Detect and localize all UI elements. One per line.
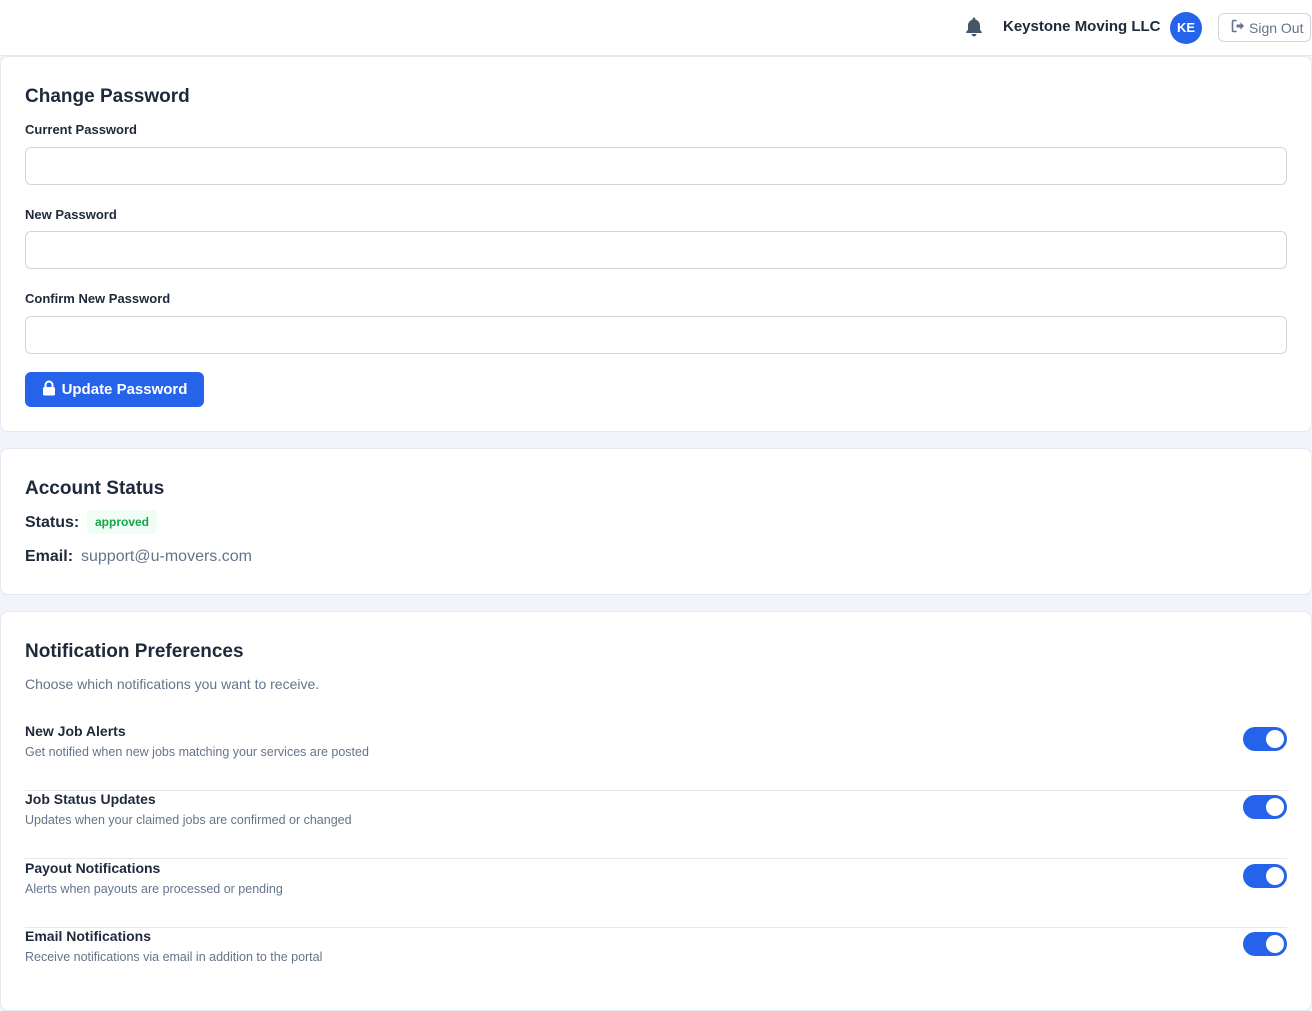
update-password-button[interactable]: Update Password bbox=[25, 372, 204, 407]
confirm-password-label: Confirm New Password bbox=[25, 291, 171, 306]
current-password-label: Current Password bbox=[25, 122, 137, 137]
account-status-card: Account Status Status: approved Email: s… bbox=[0, 448, 1312, 595]
list-item: New Job Alerts Get notified when new job… bbox=[25, 723, 1287, 791]
account-status-title: Account Status bbox=[25, 478, 165, 499]
job-status-updates-toggle[interactable] bbox=[1243, 795, 1287, 819]
pref-title: Job Status Updates bbox=[25, 791, 156, 807]
list-item: Payout Notifications Alerts when payouts… bbox=[25, 860, 1287, 928]
status-badge: approved bbox=[87, 510, 158, 534]
pref-description: Updates when your claimed jobs are confi… bbox=[25, 813, 352, 827]
pref-description: Get notified when new jobs matching your… bbox=[25, 745, 369, 759]
lock-icon bbox=[42, 380, 56, 400]
new-password-input[interactable] bbox=[25, 231, 1287, 269]
update-password-label: Update Password bbox=[61, 381, 188, 398]
avatar[interactable]: KE bbox=[1170, 12, 1202, 44]
pref-description: Receive notifications via email in addit… bbox=[25, 950, 323, 964]
toggle-knob bbox=[1266, 867, 1284, 885]
email-notifications-toggle[interactable] bbox=[1243, 932, 1287, 956]
pref-title: Payout Notifications bbox=[25, 860, 161, 876]
company-name: Keystone Moving LLC bbox=[1003, 18, 1161, 35]
email-label: Email: bbox=[25, 548, 74, 565]
top-bar: Keystone Moving LLC KE Sign Out bbox=[0, 0, 1312, 56]
toggle-knob bbox=[1266, 730, 1284, 748]
notification-preferences-card: Notification Preferences Choose which no… bbox=[0, 611, 1312, 1011]
current-password-input[interactable] bbox=[25, 147, 1287, 185]
new-job-alerts-toggle[interactable] bbox=[1243, 727, 1287, 751]
payout-notifications-toggle[interactable] bbox=[1243, 864, 1287, 888]
pref-description: Alerts when payouts are processed or pen… bbox=[25, 882, 283, 896]
status-label: Status: bbox=[25, 514, 80, 531]
pref-title: Email Notifications bbox=[25, 928, 152, 944]
notification-preferences-title: Notification Preferences bbox=[25, 641, 244, 662]
sign-out-icon bbox=[1231, 19, 1245, 36]
email-value: support@u-movers.com bbox=[81, 548, 252, 565]
toggle-knob bbox=[1266, 935, 1284, 953]
sign-out-button[interactable]: Sign Out bbox=[1218, 13, 1311, 42]
list-item: Email Notifications Receive notification… bbox=[25, 928, 1287, 996]
toggle-knob bbox=[1266, 798, 1284, 816]
list-item: Job Status Updates Updates when your cla… bbox=[25, 791, 1287, 859]
pref-title: New Job Alerts bbox=[25, 723, 126, 739]
sign-out-label: Sign Out bbox=[1249, 19, 1304, 36]
new-password-label: New Password bbox=[25, 207, 117, 222]
bell-icon[interactable] bbox=[964, 16, 984, 38]
confirm-password-input[interactable] bbox=[25, 316, 1287, 354]
notification-preferences-subtitle: Choose which notifications you want to r… bbox=[25, 676, 320, 692]
change-password-title: Change Password bbox=[25, 86, 190, 107]
change-password-card: Change Password Current Password New Pas… bbox=[0, 56, 1312, 432]
